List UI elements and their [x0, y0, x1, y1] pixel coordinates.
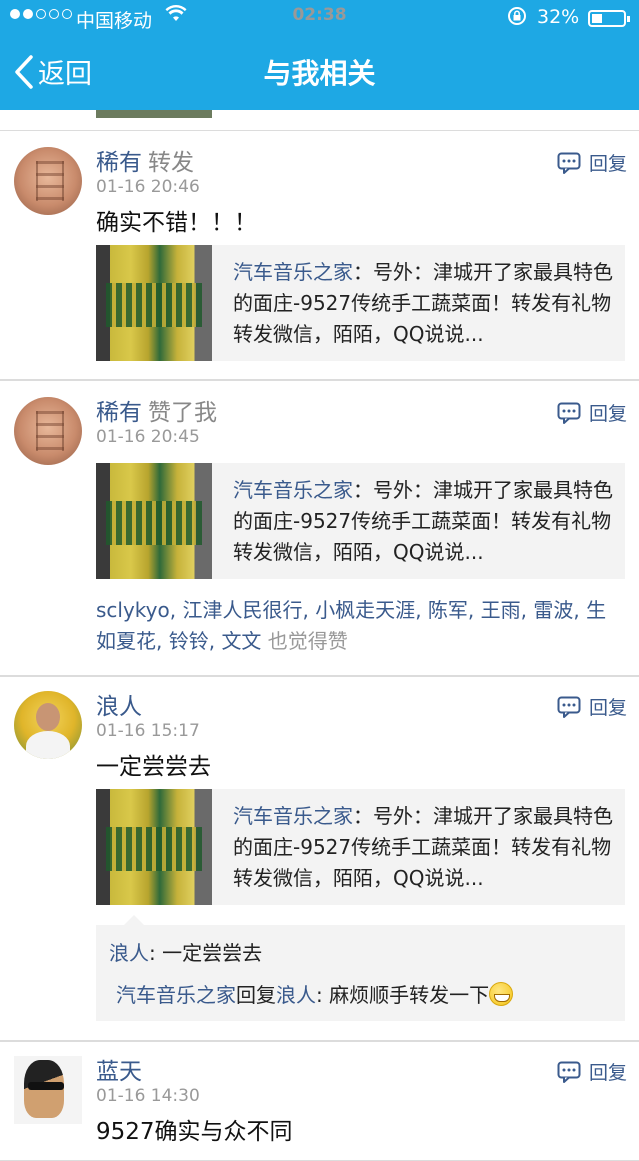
post-preview: 汽车音乐之家：号外：津城开了家最具特色的面庄-9527传统手工蔬菜面！转发有礼物… [233, 478, 613, 564]
notification-item: 浪人 01-16 15:17 一定尝尝去 回复 汽车音乐之家：号外：津城开了家最… [0, 676, 639, 1041]
likes-suffix: 也觉得赞 [267, 629, 348, 653]
user-name[interactable]: 浪人 [96, 687, 142, 721]
page-title: 与我相关 [263, 57, 376, 90]
post-preview: 汽车音乐之家：号外：津城开了家最具特色的面庄-9527传统手工蔬菜面！转发有礼物… [233, 260, 613, 346]
comment-text: 确实不错！！！ [96, 210, 257, 236]
comment-icon [557, 402, 581, 424]
battery-icon [588, 10, 630, 27]
avatar[interactable] [14, 397, 82, 465]
timestamp: 01-16 15:17 [96, 721, 200, 741]
reply-button[interactable]: 回复 [557, 1058, 627, 1085]
timestamp: 01-16 14:30 [96, 1086, 200, 1106]
reply-button[interactable]: 回复 [557, 149, 627, 176]
post-thumbnail [96, 789, 212, 905]
avatar[interactable] [14, 691, 82, 759]
notification-item: 稀有 转发 01-16 20:46 确实不错！！！ 回复 汽车音乐之家：号外：津城… [0, 130, 639, 380]
status-bar: 中国移动 02:38 32% [0, 0, 639, 36]
comment-text: 一定尝尝去 [96, 754, 211, 780]
header-bar: 中国移动 02:38 32% 返回 与我相关 [0, 0, 639, 110]
shared-post-card[interactable]: 汽车音乐之家：号外：津城开了家最具特色的面庄-9527传统手工蔬菜面！转发有礼物… [96, 789, 625, 905]
thread-line[interactable]: 浪人: 一定尝尝去 [109, 937, 262, 966]
avatar[interactable] [14, 1056, 82, 1124]
liker-name[interactable]: 雷波 [533, 598, 573, 622]
reply-button[interactable]: 回复 [557, 693, 627, 720]
liker-name[interactable]: 王雨 [481, 598, 521, 622]
post-thumbnail [96, 245, 212, 361]
timestamp: 01-16 20:45 [96, 427, 200, 447]
comment-icon [557, 152, 581, 174]
previous-item-peek [0, 110, 639, 131]
reply-button[interactable]: 回复 [557, 399, 627, 426]
notification-item: 蓝天 01-16 14:30 9527确实与众不同 回复 [0, 1041, 639, 1161]
rotation-lock-icon [506, 5, 528, 32]
shared-post-card[interactable]: 汽车音乐之家：号外：津城开了家最具特色的面庄-9527传统手工蔬菜面！转发有礼物… [96, 245, 625, 361]
notification-item: 稀有 赞了我 01-16 20:45 回复 汽车音乐之家：号外：津城开了家最具特色… [0, 380, 639, 676]
liker-name[interactable]: sclykyo [96, 598, 170, 622]
liker-name[interactable]: 小枫走天涯 [315, 598, 415, 622]
avatar[interactable] [14, 147, 82, 215]
liker-name[interactable]: 陈军 [428, 598, 468, 622]
liker-name[interactable]: 铃铃 [169, 629, 209, 653]
comment-icon [557, 696, 581, 718]
action-label: 赞了我 [148, 400, 217, 426]
reply-thread: 浪人: 一定尝尝去 汽车音乐之家回复浪人: 麻烦顺手转发一下 [96, 915, 625, 1021]
user-name[interactable]: 稀有 赞了我 [96, 393, 217, 427]
comment-text: 9527确实与众不同 [96, 1119, 293, 1145]
comment-icon [557, 1061, 581, 1083]
user-name[interactable]: 蓝天 [96, 1052, 142, 1086]
thread-line[interactable]: 汽车音乐之家回复浪人: 麻烦顺手转发一下 [116, 979, 514, 1008]
action-label: 转发 [148, 150, 194, 176]
likes-list: sclykyo, 江津人民很行, 小枫走天涯, 陈军, 王雨, 雷波, 生如夏花… [96, 598, 607, 653]
shared-post-card[interactable]: 汽车音乐之家：号外：津城开了家最具特色的面庄-9527传统手工蔬菜面！转发有礼物… [96, 463, 625, 579]
timestamp: 01-16 20:46 [96, 177, 200, 197]
post-thumbnail [96, 463, 212, 579]
user-name[interactable]: 稀有 转发 [96, 143, 194, 177]
grin-emoji-icon [489, 982, 514, 1006]
liker-name[interactable]: 文文 [221, 629, 261, 653]
liker-name[interactable]: 江津人民很行 [182, 598, 302, 622]
battery-percent: 32% [537, 6, 580, 28]
post-preview: 汽车音乐之家：号外：津城开了家最具特色的面庄-9527传统手工蔬菜面！转发有礼物… [233, 804, 613, 890]
